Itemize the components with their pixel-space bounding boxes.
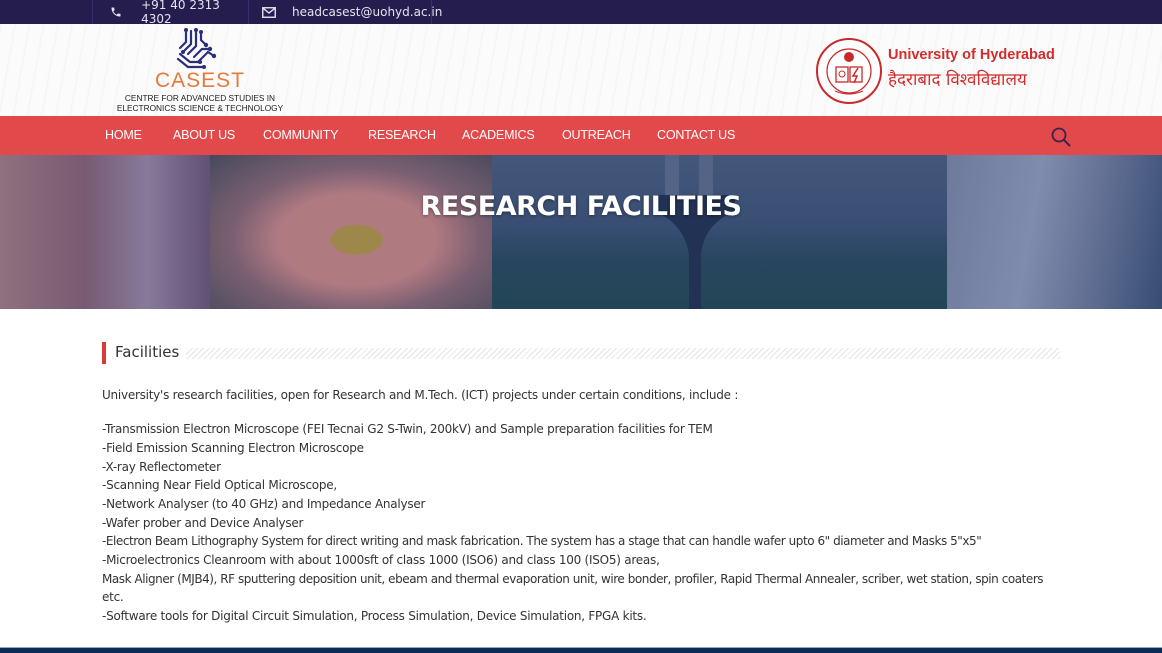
circuit-logo-icon [176,28,217,69]
phone-icon [108,6,123,18]
facility-item: Mask Aligner (MJB4), RF sputtering depos… [102,572,1044,586]
logo-tagline-line2: ELECTRONICS SCIENCE & TECHNOLOGY [116,103,284,113]
phone-number: +91 40 2313 4302 [141,0,220,26]
facility-item: -Wafer prober and Device Analyser [102,516,304,530]
nav-item-home[interactable]: HOME [105,116,142,155]
top-contact-bar: +91 40 2313 4302 headcasest@uohyd.ac.in [0,0,1162,26]
nav-item-contact-us[interactable]: CONTACT US [657,116,735,155]
footer-strip [0,647,1162,653]
nav-item-academics[interactable]: ACADEMICS [462,116,535,155]
facility-item: -Electron Beam Lithography System for di… [102,534,982,548]
facility-item: -Scanning Near Field Optical Microscope, [102,478,337,492]
facility-item: -Field Emission Scanning Electron Micros… [102,441,364,455]
email-contact[interactable]: headcasest@uohyd.ac.in [248,0,442,24]
section-accent-bar [102,342,106,364]
page-title: RESEARCH FACILITIES [420,191,742,222]
page-banner: RESEARCH FACILITIES [0,155,1162,309]
search-icon[interactable] [1050,126,1072,148]
site-header: CASEST CENTRE FOR ADVANCED STUDIES IN EL… [0,24,1162,116]
nav-item-outreach[interactable]: OUTREACH [562,116,631,155]
university-name-hindi: हैदराबाद विश्वविद्यालय [888,70,1027,90]
nav-item-research[interactable]: RESEARCH [368,116,436,155]
facility-item: -Microelectronics Cleanroom with about 1… [102,553,660,567]
envelope-icon [262,6,276,18]
nav-item-about-us[interactable]: ABOUT US [173,116,235,155]
facility-item: -Network Analyser (to 40 GHz) and Impeda… [102,497,426,511]
nav-item-community[interactable]: COMMUNITY [263,116,338,155]
facility-item: -X-ray Reflectometer [102,460,221,474]
university-name-english: University of Hyderabad [888,47,1055,63]
facility-item: etc. [102,590,124,604]
logo-tagline-line1: CENTRE FOR ADVANCED STUDIES IN [124,93,276,103]
intro-paragraph: University's research facilities, open f… [102,388,739,402]
casest-logo[interactable]: CASEST CENTRE FOR ADVANCED STUDIES IN EL… [110,28,290,114]
logo-wordmark: CASEST [154,69,246,92]
phone-contact[interactable]: +91 40 2313 4302 [92,0,248,26]
university-seal-icon [816,38,882,104]
facility-item: -Transmission Electron Microscope (FEI T… [102,422,713,436]
section-divider [186,348,1060,359]
university-logo[interactable]: University of Hyderabad हैदराबाद विश्ववि… [815,37,1065,105]
section-title: Facilities [115,343,180,361]
email-address: headcasest@uohyd.ac.in [292,5,443,19]
section-heading: Facilities [102,342,1060,364]
main-navigation: HOME ABOUT US COMMUNITY RESEARCH ACADEMI… [0,116,1162,155]
facility-item: -Software tools for Digital Circuit Simu… [102,609,647,623]
banner-overlay [0,155,1162,309]
